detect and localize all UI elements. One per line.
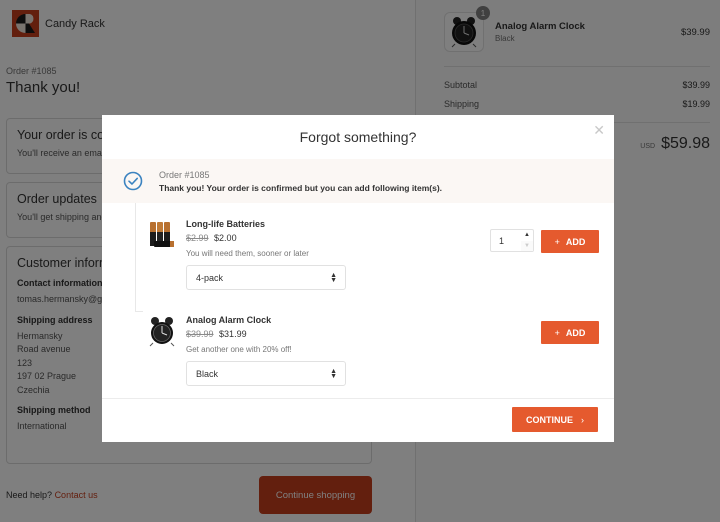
upsell-item-name: Long-life Batteries (186, 219, 266, 229)
quantity-stepper[interactable]: 1 ▲ ▼ (490, 229, 534, 252)
continue-button[interactable]: CONTINUE › (512, 407, 598, 432)
modal-footer: CONTINUE › (102, 398, 614, 442)
continue-button-label: CONTINUE (526, 414, 573, 425)
plus-icon: + (554, 236, 560, 247)
alarm-clock-icon (149, 317, 175, 347)
batteries-icon (150, 222, 174, 247)
upsell-item-name: Analog Alarm Clock (186, 315, 272, 325)
plus-icon: + (554, 327, 560, 338)
quantity-increment-icon[interactable]: ▲ (521, 230, 533, 241)
quantity-decrement-icon[interactable]: ▼ (521, 240, 533, 251)
select-arrows-icon: ▲ ▼ (330, 271, 337, 284)
add-button-label: ADD (565, 236, 586, 247)
check-circle-icon (123, 171, 143, 191)
original-price: $2.99 (186, 233, 209, 243)
variant-select[interactable]: Black ▲ ▼ (186, 361, 346, 386)
timeline-line (135, 203, 136, 311)
variant-select-value: 4-pack (196, 272, 224, 283)
order-notice: Order #1085 Thank you! Your order is con… (102, 159, 614, 203)
discounted-price: $2.00 (214, 233, 237, 243)
discounted-price: $31.99 (219, 329, 247, 339)
select-arrows-icon: ▲ ▼ (330, 367, 337, 380)
upsell-item-prices: $39.99 $31.99 (186, 329, 346, 339)
chevron-right-icon: › (581, 414, 584, 425)
add-button[interactable]: + ADD (541, 230, 599, 253)
notice-message: Thank you! Your order is confirmed but y… (159, 182, 443, 193)
upsell-item-prices: $2.99 $2.00 (186, 233, 346, 243)
quantity-input[interactable]: 1 (491, 230, 521, 251)
variant-select[interactable]: 4-pack ▲ ▼ (186, 265, 346, 290)
original-price: $39.99 (186, 329, 214, 339)
upsell-item-description: You will need them, sooner or later (186, 249, 309, 258)
notice-order-number: Order #1085 (159, 169, 210, 180)
timeline-line (135, 311, 143, 312)
add-button-label: ADD (565, 327, 586, 338)
add-button[interactable]: + ADD (541, 321, 599, 344)
modal-title: Forgot something? (299, 129, 417, 145)
close-icon[interactable]: ✕ (593, 122, 605, 139)
upsell-modal: Forgot something? ✕ Order #1085 Thank yo… (102, 115, 614, 442)
variant-select-value: Black (196, 368, 219, 379)
upsell-item-description: Get another one with 20% off! (186, 345, 292, 354)
